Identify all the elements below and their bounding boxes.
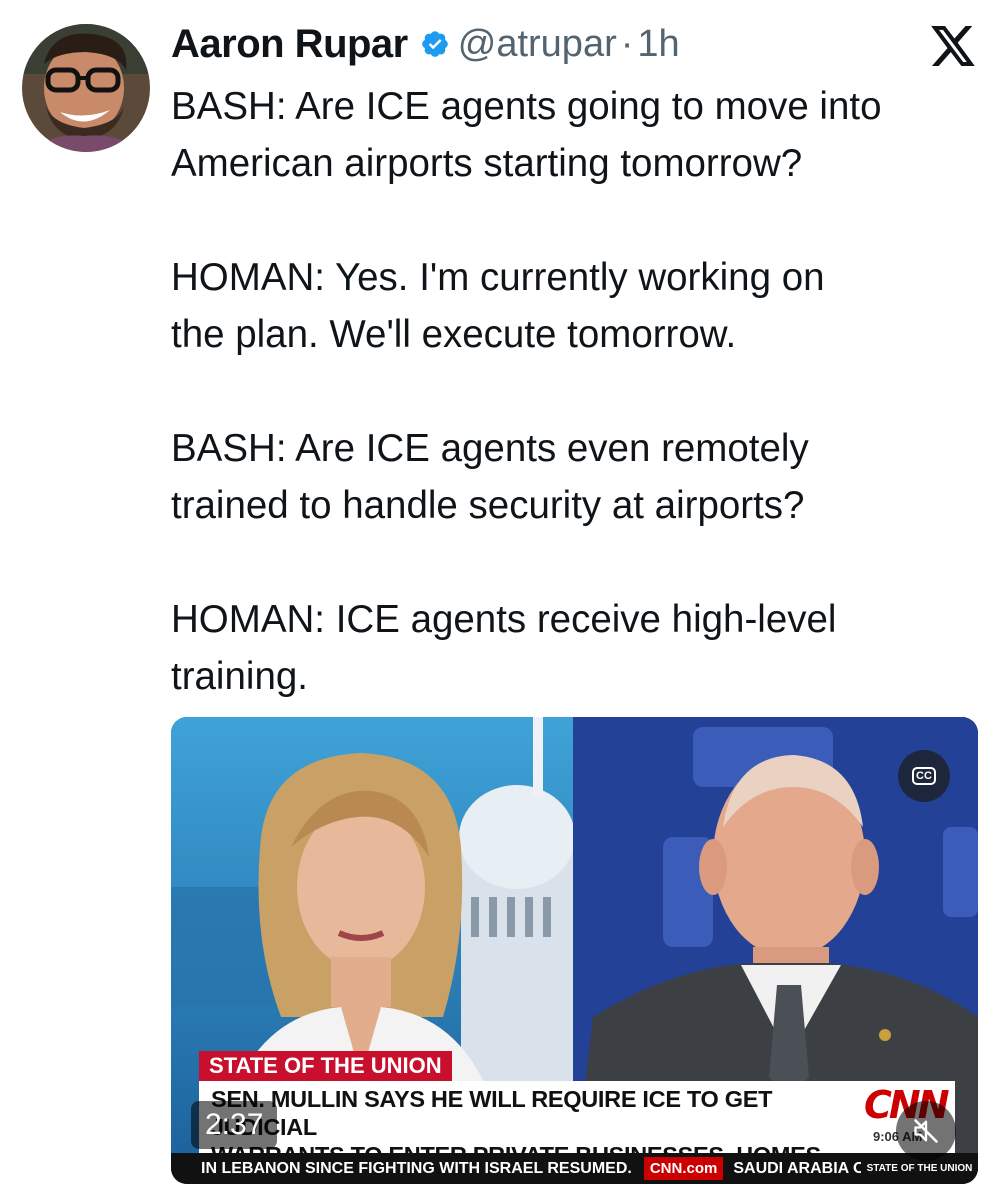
author-avatar[interactable] <box>22 24 150 152</box>
closed-captions-icon: CC <box>912 767 936 785</box>
muted-speaker-icon <box>914 1119 938 1143</box>
avatar-photo <box>22 24 150 152</box>
verified-badge-icon <box>421 31 448 57</box>
ticker-next: SAUDI ARABIA OF <box>733 1159 876 1177</box>
news-ticker: IN LEBANON SINCE FIGHTING WITH ISRAEL RE… <box>171 1153 978 1184</box>
ticker-site-badge: CNN.com <box>643 1157 724 1180</box>
tweet-header: Aaron Rupar @atrupar · 1h <box>171 16 680 72</box>
author-handle[interactable]: @atrupar <box>458 23 617 66</box>
author-name[interactable]: Aaron Rupar <box>171 22 408 67</box>
ticker-text: IN LEBANON SINCE FIGHTING WITH ISRAEL RE… <box>201 1159 632 1177</box>
video-player[interactable]: CC STATE OF THE UNION SEN. MULLIN SAYS H… <box>171 717 978 1184</box>
chyron-show-tag: STATE OF THE UNION <box>199 1051 452 1081</box>
video-duration: 2:37 <box>191 1101 278 1149</box>
post-timestamp[interactable]: 1h <box>637 23 679 66</box>
chyron-headline-bar: SEN. MULLIN SAYS HE WILL REQUIRE ICE TO … <box>199 1081 955 1168</box>
x-logo-icon[interactable] <box>931 26 975 66</box>
closed-captions-button[interactable]: CC <box>898 750 950 802</box>
tweet-text: BASH: Are ICE agents going to move into … <box>171 85 882 698</box>
header-separator: · <box>620 22 634 65</box>
mute-button[interactable] <box>896 1101 956 1161</box>
